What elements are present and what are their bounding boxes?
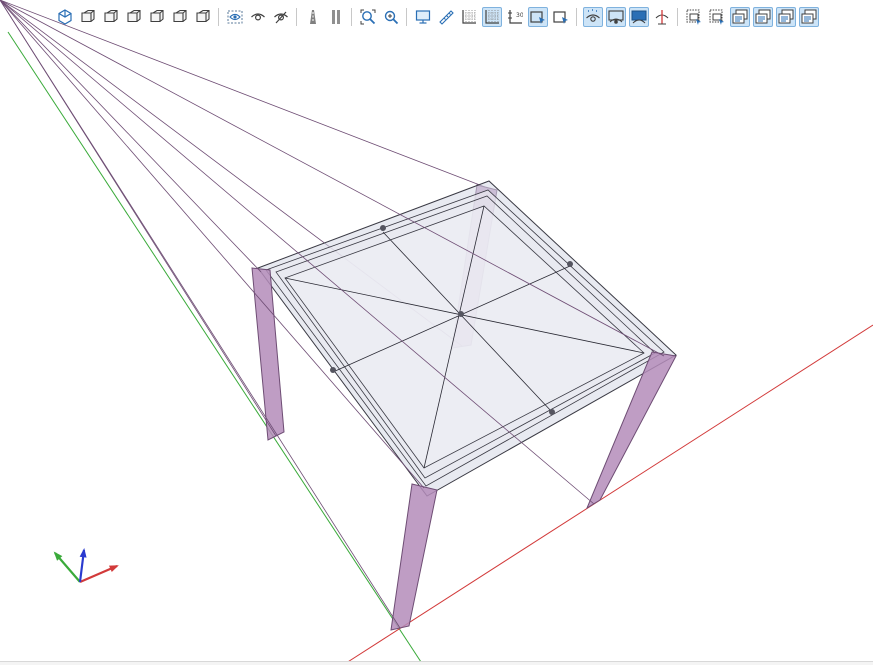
toolbar-separator: [296, 8, 297, 26]
select-box-button[interactable]: [527, 7, 548, 27]
hide-unselected-button[interactable]: [271, 7, 291, 27]
measure-icon: [438, 10, 454, 25]
zoom-extents-icon: [360, 9, 375, 25]
grid-snap-icon: [484, 10, 499, 24]
isometric-view-button[interactable]: [55, 7, 75, 27]
beam-joint-node: [330, 367, 336, 373]
left-view-icon: [126, 9, 141, 23]
toolbar-separator: [351, 8, 352, 26]
layer-display-4-button[interactable]: [798, 7, 819, 27]
bottom-view-button[interactable]: [193, 7, 213, 27]
layer-filter-icon: [686, 9, 701, 25]
layer-display-4-icon: [801, 9, 816, 24]
layer-filter-2-button[interactable]: [707, 7, 727, 27]
bottom-view-icon: [195, 9, 210, 23]
toolbar-separator: [677, 8, 678, 26]
display-settings-icon: [415, 10, 430, 24]
axis-triad: [53, 548, 119, 584]
axes-display-button[interactable]: 30: [505, 7, 525, 27]
column-front-body: [390, 483, 438, 631]
grid-button[interactable]: [459, 7, 479, 27]
layer-display-2-icon: [755, 9, 770, 24]
section-cut-icon: [655, 10, 668, 25]
back-view-icon: [103, 9, 118, 23]
show-all-icon: [250, 13, 265, 21]
shaded-view-icon: [631, 10, 646, 24]
back-view-button[interactable]: [101, 7, 121, 27]
layer-display-2-button[interactable]: [752, 7, 773, 27]
axes-display-icon: 30: [507, 10, 523, 24]
triad-z-arrow-head: [79, 548, 87, 558]
section-cut-button[interactable]: [652, 7, 672, 27]
display-settings-button[interactable]: [413, 7, 433, 27]
hide-selected-button[interactable]: [225, 7, 245, 27]
3d-viewport[interactable]: [0, 0, 873, 665]
front-view-icon: [80, 9, 95, 23]
toolbar-separator: [576, 8, 577, 26]
zoom-window-icon: [384, 10, 398, 25]
svg-text:30: 30: [516, 12, 523, 19]
hide-unselected-icon: [273, 11, 288, 24]
status-frame-line: [0, 661, 873, 665]
measure-button[interactable]: [436, 7, 456, 27]
zoom-extents-button[interactable]: [358, 7, 378, 27]
layer-display-3-button[interactable]: [775, 7, 796, 27]
select-box-icon: [529, 11, 545, 24]
hide-selected-icon: [227, 10, 242, 24]
column-left-edge: [0, 0, 262, 273]
layer-display-1-icon: [732, 9, 747, 24]
right-view-button[interactable]: [147, 7, 167, 27]
layer-display-1-button[interactable]: [729, 7, 750, 27]
show-nodes-icon: [585, 9, 600, 22]
front-view-button[interactable]: [78, 7, 98, 27]
view-toolbar: 30: [0, 0, 873, 34]
beam-joint-node: [458, 311, 464, 317]
toolbar-separator: [218, 8, 219, 26]
triad-x-arrow-head: [109, 565, 119, 573]
show-edges-button[interactable]: [605, 7, 626, 27]
show-edges-icon: [607, 10, 624, 24]
parallel-projection-button[interactable]: [326, 7, 346, 27]
left-view-button[interactable]: [124, 7, 144, 27]
grid-snap-button[interactable]: [481, 7, 502, 27]
zoom-window-button[interactable]: [381, 7, 401, 27]
beam-joint-node: [549, 409, 555, 415]
layer-filter-button[interactable]: [684, 7, 704, 27]
right-view-icon: [149, 9, 164, 23]
beam-joint-node: [567, 261, 573, 267]
beam-joint-node: [380, 225, 386, 231]
isometric-view-icon: [57, 9, 72, 25]
column-left: [0, 0, 285, 441]
shaded-view-button[interactable]: [628, 7, 649, 27]
select-cross-icon: [552, 11, 568, 24]
show-all-button[interactable]: [248, 7, 268, 27]
select-cross-button[interactable]: [551, 7, 571, 27]
layer-display-3-icon: [778, 9, 793, 24]
toolbar-separator: [406, 8, 407, 26]
perspective-button[interactable]: [303, 7, 323, 27]
show-nodes-button[interactable]: [582, 7, 603, 27]
top-view-button[interactable]: [170, 7, 190, 27]
grid-icon: [461, 10, 476, 24]
parallel-projection-icon: [331, 10, 340, 24]
perspective-icon: [309, 10, 316, 24]
layer-filter-2-icon: [709, 9, 724, 25]
top-view-icon: [172, 9, 187, 23]
